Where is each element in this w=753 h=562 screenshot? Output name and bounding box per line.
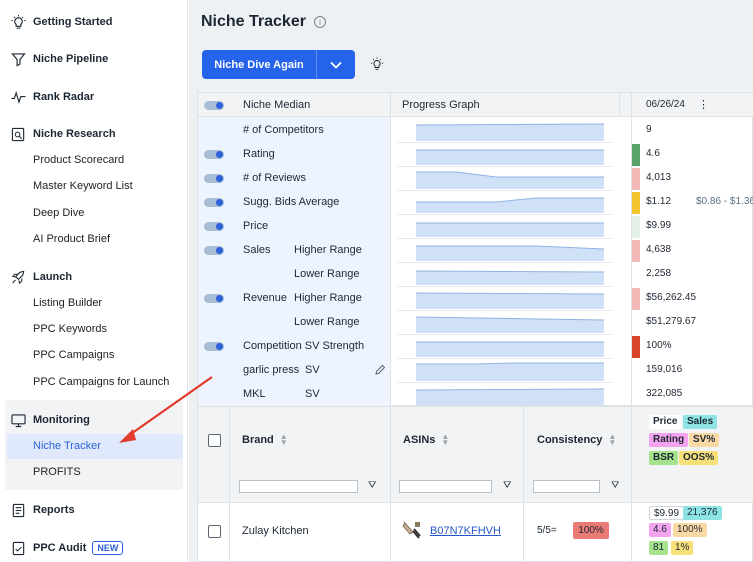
annotation-arrow xyxy=(119,376,213,443)
